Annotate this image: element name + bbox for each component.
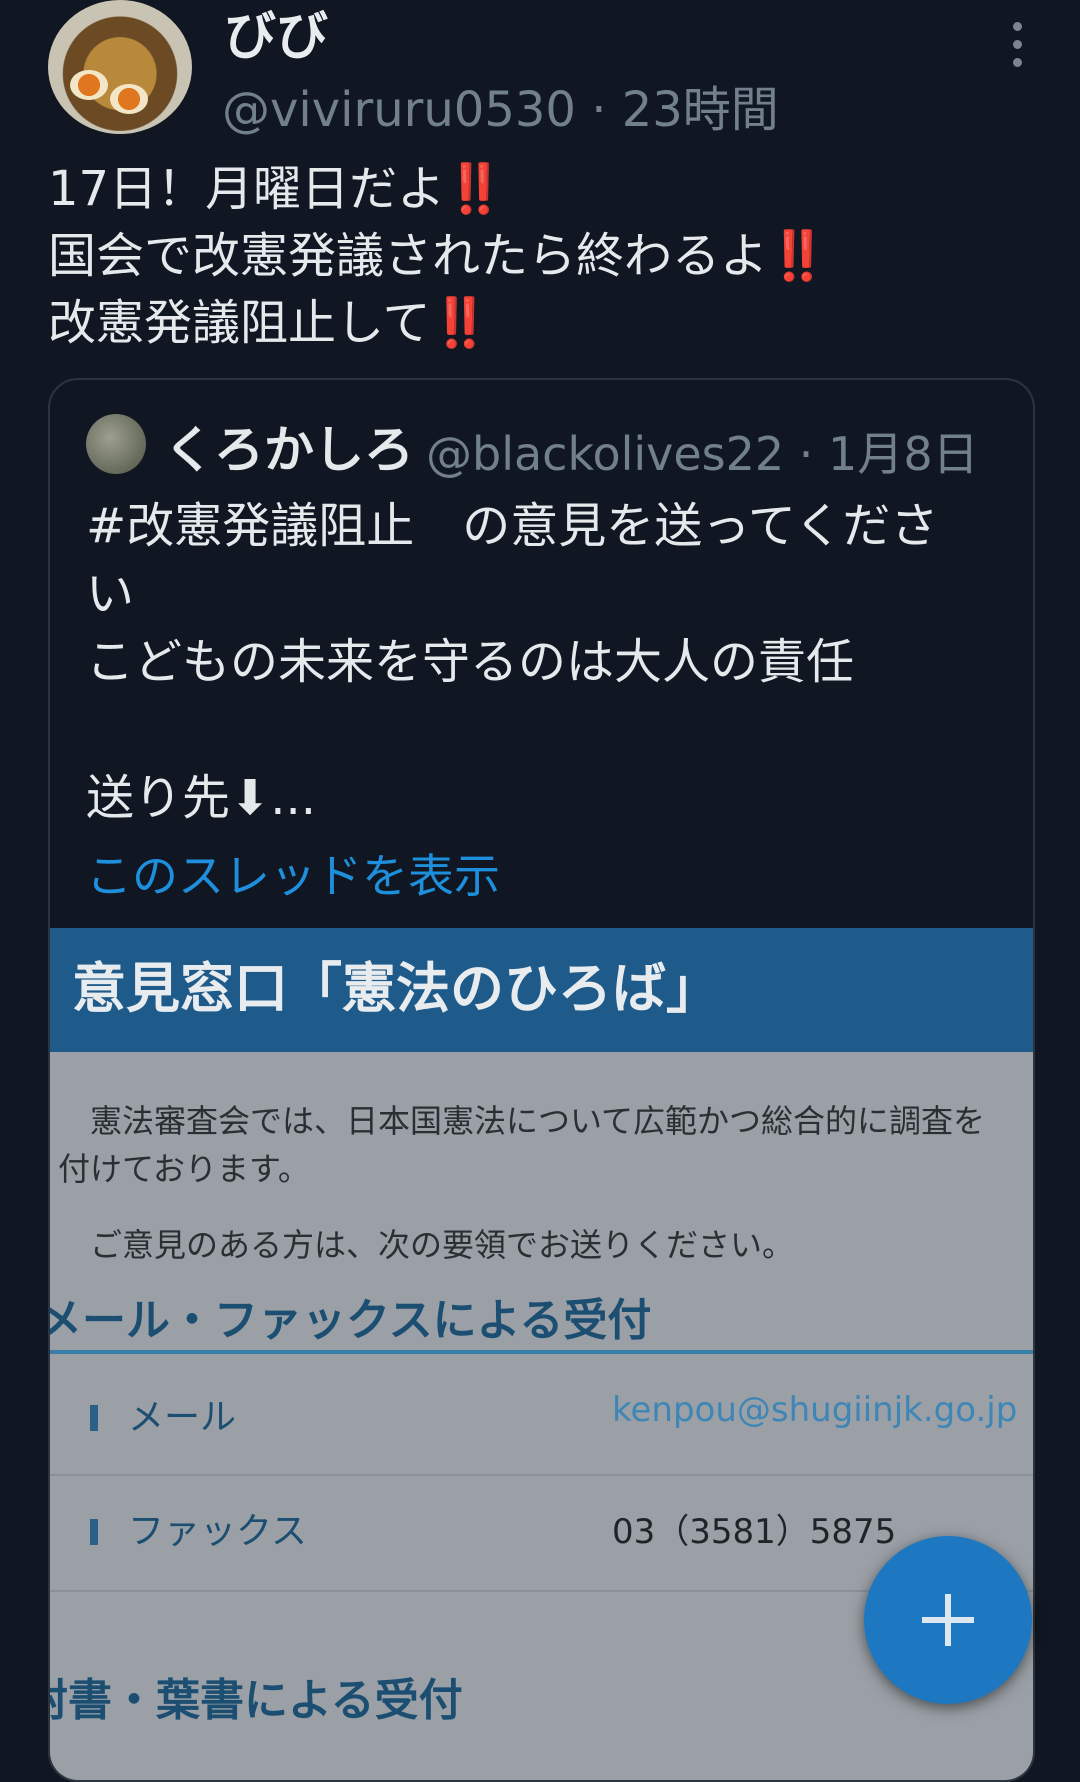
image-section-heading: メール・ファックスによる受付 xyxy=(50,1295,652,1346)
quoted-blank-line xyxy=(86,696,1006,764)
quoted-author-name[interactable]: くろかしろ xyxy=(164,410,414,482)
avatar-egg xyxy=(70,70,108,100)
more-options-icon[interactable] xyxy=(1010,22,1024,82)
tweet-line: 改憲発議阻止して‼️ xyxy=(48,295,491,351)
author-handle-time: @viviruru0530 · 23時間 xyxy=(222,82,779,138)
quoted-line: #改憲発議阻止 の意見を送ってくださ xyxy=(86,498,939,554)
double-exclamation-icon: ‼️ xyxy=(430,295,491,351)
image-paragraph: ご意見のある方は、次の要領でお送りください。 xyxy=(90,1226,795,1264)
double-exclamation-icon: ‼️ xyxy=(445,161,505,217)
plus-icon xyxy=(922,1594,974,1646)
show-thread-link[interactable]: このスレッドを表示 xyxy=(86,840,500,906)
tweet-line: 17日！月曜日だよ‼️ xyxy=(48,161,505,217)
row-separator xyxy=(50,1474,1033,1476)
tweet-line: 国会で改憲発議されたら終わるよ‼️ xyxy=(48,228,828,284)
double-exclamation-icon: ‼️ xyxy=(768,228,828,284)
image-paragraph: 付けております。 xyxy=(58,1150,310,1188)
image-paragraph: 憲法審査会では、日本国憲法について広範かつ総合的に調査を xyxy=(90,1102,986,1140)
avatar-egg xyxy=(110,84,148,114)
author-name[interactable]: びび xyxy=(224,0,328,69)
quoted-author-handle-time: @blackolives22 · 1月8日 xyxy=(426,427,979,481)
section-rule xyxy=(50,1350,1033,1354)
fax-number: 03（3581）5875 xyxy=(612,1512,897,1552)
quoted-author-avatar[interactable] xyxy=(86,414,146,474)
mail-address: kenpou@shugiinjk.go.jp xyxy=(612,1390,1018,1430)
mail-label: メール xyxy=(90,1388,236,1440)
quoted-tweet-text: #改憲発議阻止 の意見を送ってくださ い こどもの未来を守るのは大人の責任 送り… xyxy=(86,492,1006,832)
author-avatar[interactable] xyxy=(48,0,192,134)
image-section-heading: 封書・葉書による受付 xyxy=(50,1675,463,1726)
compose-button[interactable] xyxy=(864,1536,1032,1704)
image-title: 意見窓口「憲法のひろば」 xyxy=(72,957,720,1020)
fax-label: ファックス xyxy=(90,1502,307,1554)
tweet-text: 17日！月曜日だよ‼️ 国会で改憲発議されたら終わるよ‼️ 改憲発議阻止して‼️ xyxy=(48,156,828,357)
image-header: 意見窓口「憲法のひろば」 xyxy=(50,928,1033,1052)
quoted-line: 送り先⬇... xyxy=(86,770,316,826)
quoted-line: こどもの未来を守るのは大人の責任 xyxy=(86,634,855,690)
quoted-line: い xyxy=(86,566,135,622)
